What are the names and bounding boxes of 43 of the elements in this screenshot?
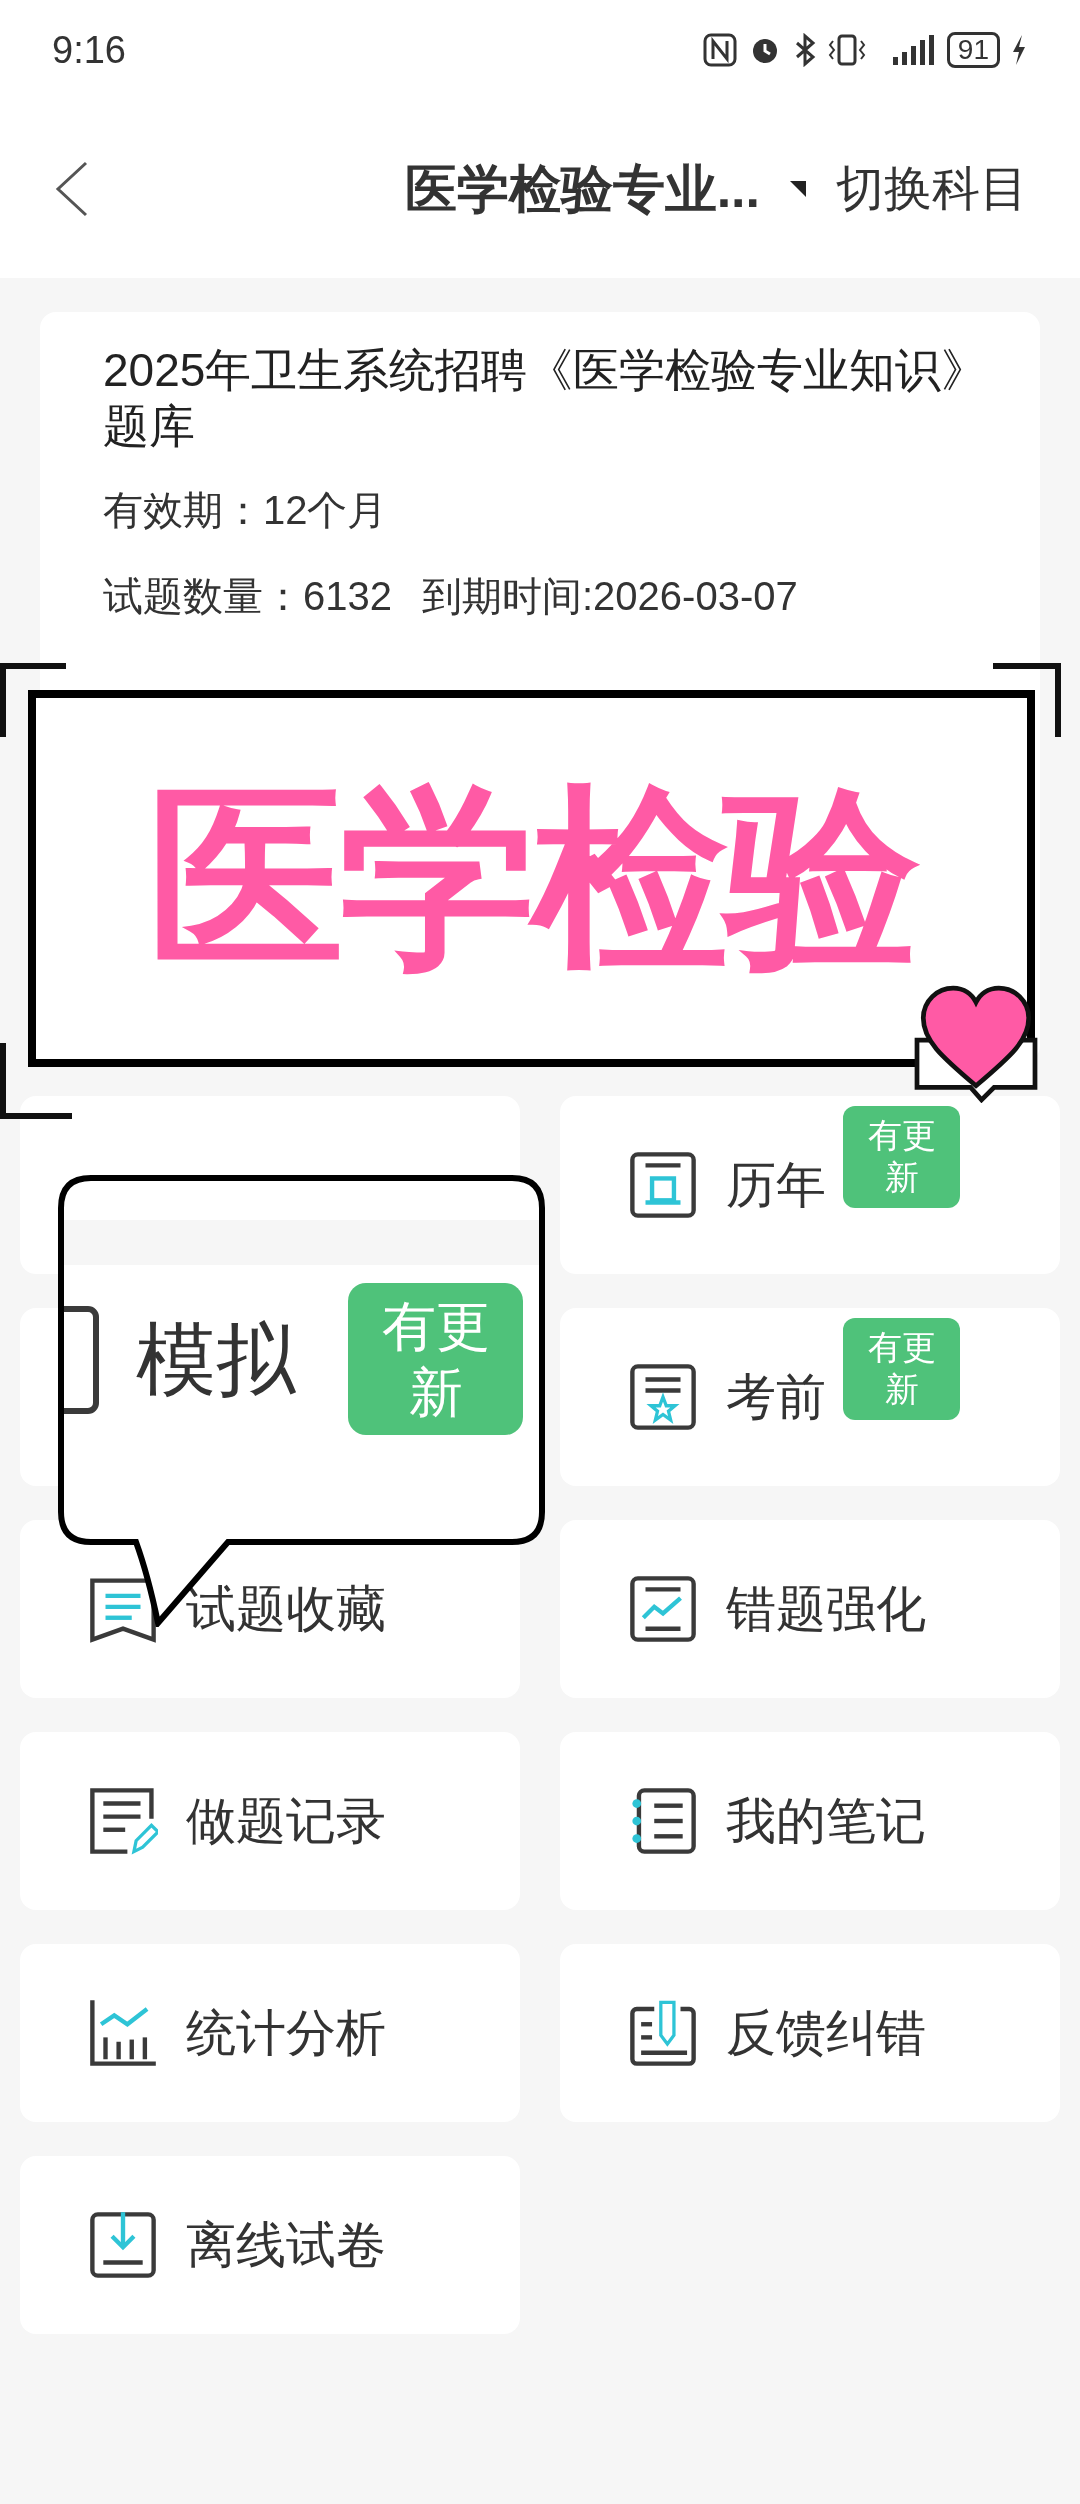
menu-card[interactable]: 离线试卷 (20, 2156, 520, 2334)
document-icon (628, 1150, 698, 1220)
menu-card[interactable]: 反馈纠错 (560, 1944, 1060, 2122)
update-badge: 有更新 (843, 1318, 960, 1420)
corner-bracket-icon (0, 663, 66, 737)
bubble-label: 模拟 (136, 1314, 296, 1406)
bar-chart-icon (88, 1998, 158, 2068)
battery-indicator: 91 (946, 32, 1000, 68)
menu-label: 考前 (726, 1367, 826, 1427)
menu-card[interactable]: 错题强化 (560, 1520, 1060, 1698)
validity-text: 有效期：12个月 (103, 487, 389, 534)
menu-label: 我的笔记 (726, 1791, 926, 1851)
menu-card[interactable]: 做题记录 (20, 1732, 520, 1910)
corner-bracket-icon (0, 1043, 72, 1119)
edit-document-icon (88, 1786, 158, 1856)
menu-label: 离线试卷 (186, 2215, 386, 2275)
course-title: 2025年卫生系统招聘《医学检验专业知识》题库 (103, 343, 989, 454)
dropdown-caret-icon[interactable] (790, 181, 806, 197)
menu-card[interactable]: 历年 有更新 (560, 1096, 1060, 1274)
corner-bracket-icon (993, 663, 1061, 737)
feedback-icon (628, 1998, 698, 2068)
menu-card[interactable]: 统计分析 (20, 1944, 520, 2122)
star-document-icon (628, 1362, 698, 1432)
charging-icon (1010, 33, 1028, 67)
trend-chart-icon (628, 1574, 698, 1644)
menu-label: 反馈纠错 (726, 2003, 926, 2063)
update-badge: 有更新 (843, 1106, 960, 1208)
update-badge: 有更新 (348, 1283, 523, 1435)
vibrate-icon (826, 33, 867, 67)
menu-label: 历年 (726, 1155, 826, 1215)
switch-subject-link[interactable]: 切换科目 (836, 153, 1028, 225)
status-time: 9:16 (52, 27, 126, 73)
menu-card[interactable]: 我的笔记 (560, 1732, 1060, 1910)
menu-label: 试题收藏 (186, 1579, 386, 1639)
nfc-icon (702, 33, 737, 67)
download-icon (88, 2210, 158, 2280)
menu-label: 做题记录 (186, 1791, 386, 1851)
menu-label: 错题强化 (726, 1579, 926, 1639)
menu-label: 统计分析 (186, 2003, 386, 2063)
question-count: 试题数量：6132 (103, 573, 392, 620)
menu-card[interactable]: 考前 有更新 (560, 1308, 1060, 1486)
expiry-date: 到期时间:2026-03-07 (422, 573, 798, 620)
header-title: 医学检验专业... (404, 159, 760, 220)
